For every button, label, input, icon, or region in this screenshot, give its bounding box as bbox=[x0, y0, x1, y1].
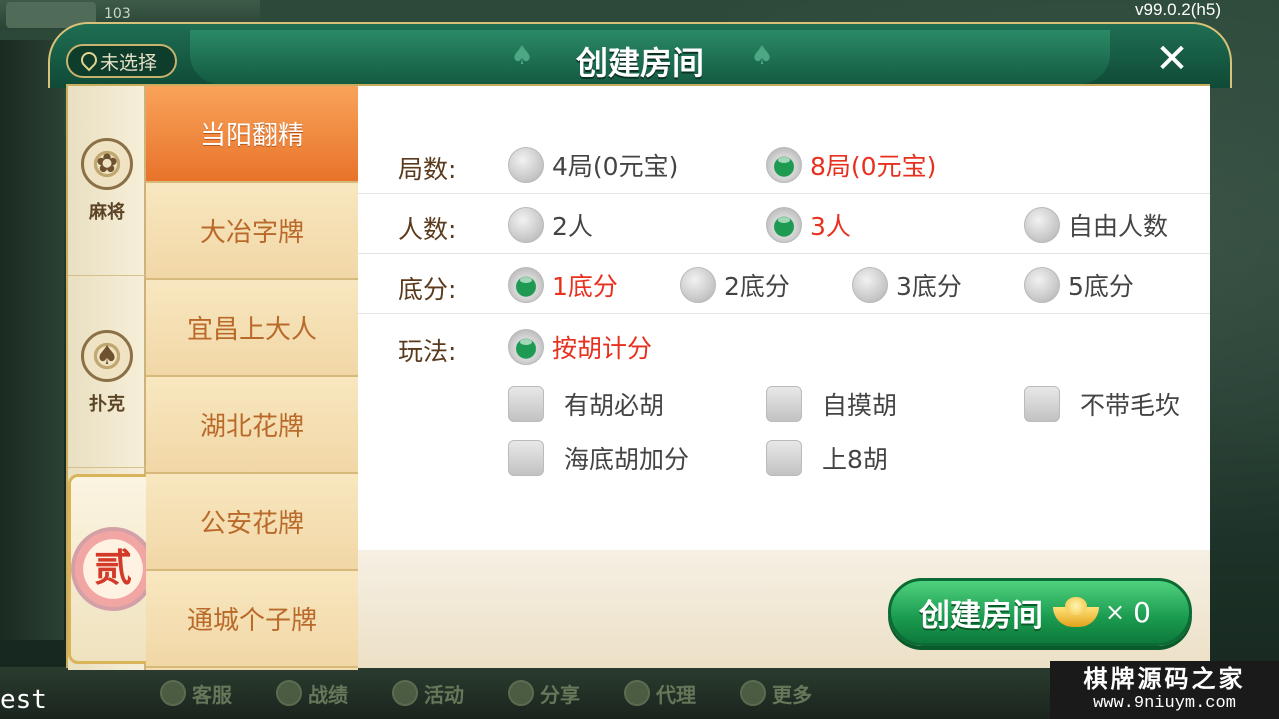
game-item[interactable]: 公安花牌 bbox=[146, 474, 358, 571]
radio-button[interactable] bbox=[852, 267, 888, 303]
category-column: ✿ 麻将 ♠ 扑克 贰 bbox=[68, 86, 158, 670]
checkbox[interactable] bbox=[766, 440, 802, 476]
radio-button[interactable] bbox=[508, 147, 544, 183]
radio-button[interactable] bbox=[680, 267, 716, 303]
radio-button-selected[interactable] bbox=[766, 147, 802, 183]
options-panel: 局数: 4局(0元宝) 8局(0元宝) 人数: 2人 3人 自由人数 底分: 1… bbox=[358, 86, 1210, 550]
radio-option[interactable]: 1底分 bbox=[508, 266, 618, 304]
radio-button-selected[interactable] bbox=[766, 207, 802, 243]
option-row-players: 人数: 2人 3人 自由人数 bbox=[358, 194, 1210, 254]
cost-multiplier: × bbox=[1105, 598, 1126, 626]
checkbox-option[interactable]: 自摸胡 bbox=[766, 384, 897, 424]
game-item[interactable]: 当阳翻精 bbox=[146, 86, 358, 183]
option-row-rounds: 局数: 4局(0元宝) 8局(0元宝) bbox=[358, 134, 1210, 194]
radio-option[interactable]: 自由人数 bbox=[1024, 206, 1168, 244]
radio-button[interactable] bbox=[1024, 207, 1060, 243]
bottom-nav-more[interactable]: 更多 bbox=[740, 679, 812, 708]
create-room-dialog: ♠ ♠ 创建房间 未选择 ✕ ✿ 麻将 ♠ 扑克 贰 当阳翻精 大冶字牌 宜昌上… bbox=[48, 22, 1232, 674]
radio-option[interactable]: 3人 bbox=[766, 206, 851, 244]
bottom-nav-record[interactable]: 战绩 bbox=[276, 679, 348, 708]
radio-option[interactable]: 3底分 bbox=[852, 266, 962, 304]
checkbox-option[interactable]: 海底胡加分 bbox=[508, 438, 689, 478]
category-mahjong[interactable]: ✿ 麻将 bbox=[68, 86, 146, 276]
bottom-nav-service[interactable]: 客服 bbox=[160, 679, 232, 708]
create-room-label: 创建房间 bbox=[919, 597, 1043, 634]
radio-option[interactable]: 2底分 bbox=[680, 266, 790, 304]
game-item[interactable]: 湖北花牌 bbox=[146, 377, 358, 474]
checkbox-option[interactable]: 有胡必胡 bbox=[508, 384, 664, 424]
dialog-header: ♠ ♠ 创建房间 未选择 ✕ bbox=[48, 22, 1232, 88]
checkbox-option[interactable]: 上8胡 bbox=[766, 438, 888, 478]
location-pin-icon bbox=[80, 52, 94, 70]
cost-count: 0 bbox=[1133, 595, 1151, 629]
radio-option[interactable]: 按胡计分 bbox=[508, 328, 652, 366]
bottom-nav-activity[interactable]: 活动 bbox=[392, 679, 464, 708]
radio-option[interactable]: 4局(0元宝) bbox=[508, 146, 678, 184]
dialog-title: 创建房间 bbox=[575, 44, 704, 82]
row-label: 玩法: bbox=[398, 337, 457, 366]
radio-button[interactable] bbox=[1024, 267, 1060, 303]
game-item[interactable]: 大冶字牌 bbox=[146, 183, 358, 280]
watermark-url: www.9niuym.com bbox=[1093, 694, 1236, 713]
checkbox[interactable] bbox=[766, 386, 802, 422]
option-row-play-mode: 玩法: 按胡计分 bbox=[358, 316, 1210, 376]
mahjong-flower-icon: ✿ bbox=[81, 137, 133, 190]
location-label: 未选择 bbox=[100, 51, 158, 74]
radio-button-selected[interactable] bbox=[508, 329, 544, 365]
spade-icon: ♠ bbox=[81, 329, 133, 382]
row-label: 人数: bbox=[398, 215, 457, 244]
game-item[interactable]: 通城个子牌 bbox=[146, 571, 358, 668]
watermark: 棋牌源码之家 www.9niuym.com bbox=[1050, 661, 1279, 719]
debug-text: est bbox=[0, 685, 47, 715]
coin-count: 103 bbox=[104, 6, 131, 22]
radio-option[interactable]: 2人 bbox=[508, 206, 593, 244]
er-badge-icon: 贰 bbox=[71, 527, 155, 611]
row-label: 局数: bbox=[398, 155, 457, 184]
row-label: 底分: bbox=[398, 275, 457, 304]
gold-ingot-icon bbox=[1053, 597, 1099, 627]
bottom-nav-share[interactable]: 分享 bbox=[508, 679, 580, 708]
category-label: 麻将 bbox=[89, 201, 125, 223]
activity-icon bbox=[392, 680, 418, 706]
close-button[interactable]: ✕ bbox=[1152, 39, 1192, 80]
checkbox[interactable] bbox=[1024, 386, 1060, 422]
radio-button-selected[interactable] bbox=[508, 267, 544, 303]
checkbox[interactable] bbox=[508, 386, 544, 422]
version-label: v99.0.2(h5) bbox=[1135, 0, 1221, 19]
category-er[interactable]: 贰 bbox=[68, 474, 158, 664]
option-row-base-score: 底分: 1底分 2底分 3底分 5底分 bbox=[358, 254, 1210, 314]
category-poker[interactable]: ♠ 扑克 bbox=[68, 278, 146, 468]
radio-option[interactable]: 8局(0元宝) bbox=[766, 146, 936, 184]
location-button[interactable]: 未选择 bbox=[66, 44, 178, 78]
game-item[interactable]: 宜昌上大人 bbox=[146, 280, 358, 377]
more-icon bbox=[740, 680, 766, 706]
radio-option[interactable]: 5底分 bbox=[1024, 266, 1134, 304]
create-room-button[interactable]: 创建房间 × 0 bbox=[888, 578, 1192, 646]
share-icon bbox=[508, 680, 534, 706]
agent-icon bbox=[624, 680, 650, 706]
bottom-nav-agent[interactable]: 代理 bbox=[624, 679, 696, 708]
category-label: 扑克 bbox=[89, 393, 125, 415]
watermark-title: 棋牌源码之家 bbox=[1083, 665, 1246, 693]
record-icon bbox=[276, 680, 302, 706]
game-list: 当阳翻精 大冶字牌 宜昌上大人 湖北花牌 公安花牌 通城个子牌 bbox=[146, 86, 358, 670]
radio-button[interactable] bbox=[508, 207, 544, 243]
checkbox-option[interactable]: 不带毛坎 bbox=[1024, 384, 1180, 424]
service-icon bbox=[160, 680, 186, 706]
checkbox[interactable] bbox=[508, 440, 544, 476]
